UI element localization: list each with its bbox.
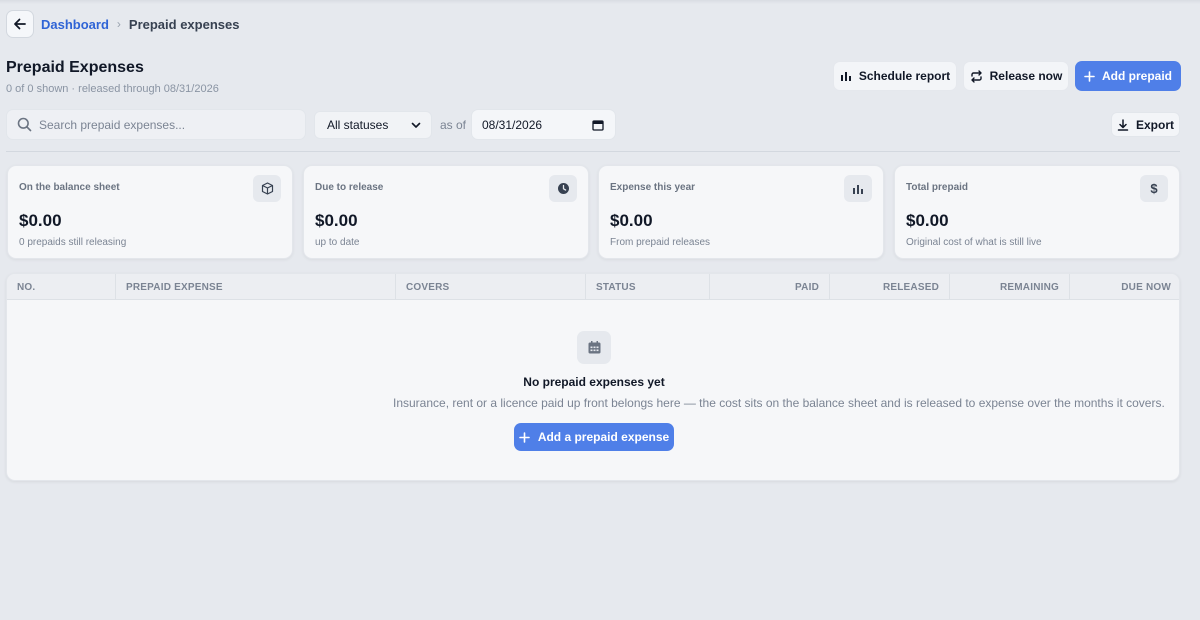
card-total-prepaid: Total prepaid $ $0.00 Original cost of w…: [894, 165, 1180, 259]
column-header-prepaid-expense[interactable]: PREPAID EXPENSE: [116, 274, 396, 300]
dollar-icon: $: [1140, 175, 1168, 202]
bar-chart-icon: [840, 72, 851, 81]
empty-state-title: No prepaid expenses yet: [523, 375, 665, 389]
schedule-report-label: Schedule report: [858, 69, 951, 83]
card-due-to-release: Due to release $0.00 up to date: [303, 165, 589, 259]
topbar-shadow: [0, 0, 1200, 4]
arrow-left-icon: [14, 18, 26, 30]
card-expense-this-year: Expense this year $0.00 From prepaid rel…: [598, 165, 884, 259]
schedule-report-button[interactable]: Schedule report: [833, 61, 957, 91]
calendar-icon: [577, 331, 611, 364]
search-field[interactable]: [6, 109, 306, 140]
card-note: up to date: [315, 237, 360, 248]
column-header-due-now[interactable]: DUE NOW: [1070, 274, 1179, 300]
chevron-right-icon: ›: [116, 17, 121, 31]
card-note: From prepaid releases: [610, 237, 711, 248]
page-subtitle: 0 of 0 shown · released through 08/31/20…: [6, 83, 219, 95]
divider: [6, 151, 1180, 152]
column-header-no[interactable]: NO.: [7, 274, 116, 300]
export-button[interactable]: Export: [1111, 112, 1180, 137]
breadcrumb-dashboard-link[interactable]: Dashboard: [41, 17, 109, 32]
breadcrumb-current: Prepaid expenses: [128, 16, 240, 32]
calendar-icon[interactable]: [592, 119, 604, 131]
card-value: $0.00: [19, 211, 62, 230]
repeat-icon: [970, 69, 982, 83]
column-header-released[interactable]: RELEASED: [830, 274, 950, 300]
page-title: Prepaid Expenses: [6, 59, 144, 76]
box-icon: [253, 175, 281, 202]
card-label: Due to release: [315, 182, 384, 193]
column-header-status[interactable]: STATUS: [586, 274, 710, 300]
plus-icon: [1084, 70, 1095, 82]
release-now-button[interactable]: Release now: [963, 61, 1069, 91]
bar-chart-icon: [844, 175, 872, 202]
breadcrumb: Dashboard › Prepaid expenses: [6, 10, 239, 38]
card-balance-sheet: On the balance sheet $0.00 0 prepaids st…: [7, 165, 293, 259]
back-button[interactable]: [6, 10, 34, 38]
as-of-date-value: 08/31/2026: [482, 117, 543, 132]
card-value: $0.00: [610, 211, 653, 230]
card-value: $0.00: [906, 211, 949, 230]
as-of-date-input[interactable]: 08/31/2026: [471, 109, 616, 140]
as-of-label: as of: [440, 118, 467, 132]
card-label: Total prepaid: [906, 182, 969, 193]
search-input[interactable]: [39, 117, 289, 132]
card-value: $0.00: [315, 211, 358, 230]
clock-icon: [549, 175, 577, 202]
prepaid-table: NO. PREPAID EXPENSE COVERS STATUS PAID R…: [6, 273, 1180, 481]
search-icon: [17, 117, 32, 132]
add-prepaid-button[interactable]: Add prepaid: [1075, 61, 1181, 91]
card-label: Expense this year: [610, 182, 696, 193]
chevron-down-icon: [411, 122, 421, 128]
card-note: Original cost of what is still live: [906, 237, 1042, 248]
column-header-remaining[interactable]: REMAINING: [950, 274, 1070, 300]
release-now-label: Release now: [989, 69, 1063, 83]
card-note: 0 prepaids still releasing: [19, 237, 127, 248]
status-select-value: All statuses: [327, 118, 389, 132]
plus-icon: [519, 431, 530, 443]
empty-state-text: Insurance, rent or a licence paid up fro…: [393, 396, 1165, 410]
add-prepaid-label: Add prepaid: [1101, 69, 1172, 83]
status-select[interactable]: All statuses: [314, 111, 432, 139]
export-label: Export: [1135, 117, 1174, 132]
download-icon: [1117, 118, 1129, 131]
add-prepaid-expense-button[interactable]: Add a prepaid expense: [514, 423, 674, 451]
column-header-covers[interactable]: COVERS: [396, 274, 586, 300]
table-header: NO. PREPAID EXPENSE COVERS STATUS PAID R…: [7, 274, 1179, 300]
column-header-paid[interactable]: PAID: [710, 274, 830, 300]
card-label: On the balance sheet: [19, 182, 120, 193]
add-prepaid-expense-label: Add a prepaid expense: [537, 430, 670, 444]
